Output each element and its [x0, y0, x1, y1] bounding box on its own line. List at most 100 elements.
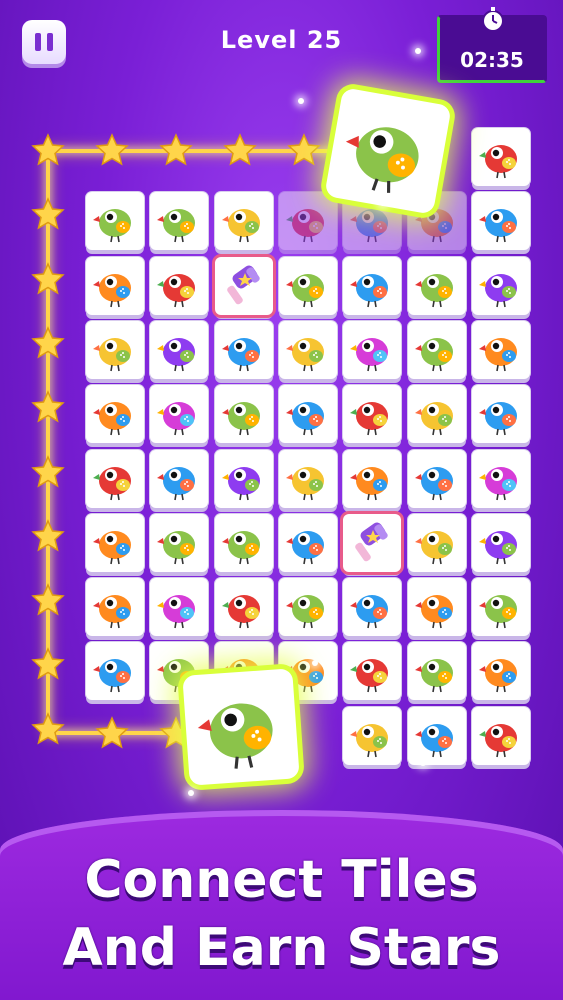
- bird-icon: [414, 402, 453, 436]
- bird-tile-magenta[interactable]: [471, 449, 530, 508]
- bird-icon: [157, 530, 196, 564]
- bird-tile-green[interactable]: [214, 513, 273, 572]
- bird-tile-blue[interactable]: [150, 449, 209, 508]
- bird-tile-yellow[interactable]: [214, 192, 273, 251]
- bird-tile-yellow[interactable]: [278, 449, 337, 508]
- selected-tile-bottom[interactable]: [182, 668, 300, 786]
- hammer-powerup-tile[interactable]: [214, 256, 273, 315]
- bird-tile-yellow[interactable]: [343, 706, 402, 765]
- bird-icon: [221, 595, 260, 629]
- bird-tile-red[interactable]: [471, 128, 530, 186]
- bird-tile-red[interactable]: [343, 642, 402, 701]
- bird-tile-green[interactable]: [150, 192, 209, 251]
- bird-icon: [414, 659, 453, 693]
- hammer-icon: [226, 265, 260, 304]
- bird-tile-green[interactable]: [471, 578, 530, 637]
- bird-tile-red[interactable]: [278, 192, 337, 251]
- bird-tile-blue[interactable]: [471, 192, 530, 251]
- bird-tile-purple[interactable]: [471, 513, 530, 572]
- bird-tile-yellow[interactable]: [86, 320, 144, 379]
- bird-icon: [350, 466, 389, 500]
- bird-tile-blue[interactable]: [407, 449, 466, 508]
- connection-path-left: [46, 149, 50, 734]
- bird-tile-green[interactable]: [407, 642, 466, 701]
- bird-icon: [478, 723, 517, 757]
- bird-tile-purple[interactable]: [471, 256, 530, 315]
- star-icon: [287, 133, 321, 167]
- star-icon: [31, 261, 65, 296]
- bird-icon: [285, 530, 324, 564]
- selected-tile-top[interactable]: [324, 87, 452, 215]
- bird-icon: [478, 659, 517, 693]
- sparkle: [312, 660, 318, 666]
- star-icon: [95, 716, 129, 750]
- bird-icon: [285, 337, 324, 372]
- bird-tile-red[interactable]: [86, 449, 144, 508]
- bird-tile-green[interactable]: [278, 578, 337, 637]
- bird-tile-red[interactable]: [471, 706, 530, 765]
- bird-icon: [285, 466, 324, 500]
- bird-tile-blue[interactable]: [278, 385, 337, 444]
- bird-tile-blue[interactable]: [86, 642, 144, 701]
- bird-icon: [285, 595, 324, 629]
- bird-icon: [350, 659, 389, 693]
- bird-tile-red[interactable]: [214, 578, 273, 637]
- bird-tile-orange[interactable]: [86, 513, 144, 572]
- hammer-powerup-tile[interactable]: [343, 513, 402, 572]
- bird-tile-green[interactable]: [407, 256, 466, 315]
- bird-tile-magenta[interactable]: [150, 578, 209, 637]
- bird-icon: [221, 337, 260, 372]
- bird-tile-red[interactable]: [343, 385, 402, 444]
- bird-icon: [478, 466, 517, 500]
- bird-tile-purple[interactable]: [214, 449, 273, 508]
- bird-tile-green[interactable]: [150, 513, 209, 572]
- bird-tile-blue[interactable]: [278, 513, 337, 572]
- star-icon: [223, 133, 257, 167]
- bird-tile-purple[interactable]: [150, 320, 209, 379]
- bird-icon: [350, 402, 389, 436]
- bird-icon: [93, 530, 131, 564]
- bird-icon: [93, 402, 131, 436]
- bird-tile-blue[interactable]: [214, 320, 273, 379]
- bird-tile-blue[interactable]: [343, 578, 402, 637]
- bird-tile-magenta[interactable]: [343, 320, 402, 379]
- bird-tile-green[interactable]: [214, 385, 273, 444]
- bird-tile-green[interactable]: [86, 192, 144, 251]
- star-icon: [31, 326, 65, 360]
- bird-tile-yellow[interactable]: [278, 320, 337, 379]
- bird-tile-blue[interactable]: [407, 706, 466, 765]
- bird-tile-orange[interactable]: [86, 578, 144, 637]
- bird-icon: [157, 466, 196, 500]
- bird-icon: [478, 273, 517, 307]
- bird-tile-orange[interactable]: [86, 256, 144, 315]
- star-icon: [31, 197, 65, 231]
- sparkle: [188, 790, 194, 796]
- bird-tile-orange[interactable]: [86, 385, 144, 444]
- bird-tile-red[interactable]: [150, 256, 209, 315]
- bird-icon: [157, 273, 196, 307]
- bird-tile-orange[interactable]: [343, 449, 402, 508]
- hammer-icon: [355, 522, 388, 562]
- star-icon: [31, 711, 65, 746]
- bird-tile-magenta[interactable]: [150, 385, 209, 444]
- bird-tile-green[interactable]: [407, 320, 466, 379]
- bird-tile-orange[interactable]: [471, 320, 530, 379]
- bird-icon: [221, 530, 260, 564]
- promo-banner: Connect Tiles And Earn Stars: [0, 810, 563, 1000]
- bird-icon: [93, 273, 131, 307]
- bird-tile-blue[interactable]: [471, 385, 530, 444]
- bird-tile-yellow[interactable]: [407, 385, 466, 444]
- bird-tile-blue[interactable]: [343, 256, 402, 315]
- bird-icon: [414, 273, 453, 307]
- bird-icon: [157, 402, 196, 436]
- star-icon: [31, 583, 65, 617]
- bird-icon: [157, 337, 196, 372]
- bird-tile-orange[interactable]: [407, 578, 466, 637]
- bird-icon: [478, 145, 517, 179]
- bird-icon: [93, 337, 131, 372]
- bird-icon: [285, 209, 324, 243]
- game-board: [0, 0, 563, 834]
- bird-tile-orange[interactable]: [471, 642, 530, 701]
- bird-tile-green[interactable]: [278, 256, 337, 315]
- bird-tile-yellow[interactable]: [407, 513, 466, 572]
